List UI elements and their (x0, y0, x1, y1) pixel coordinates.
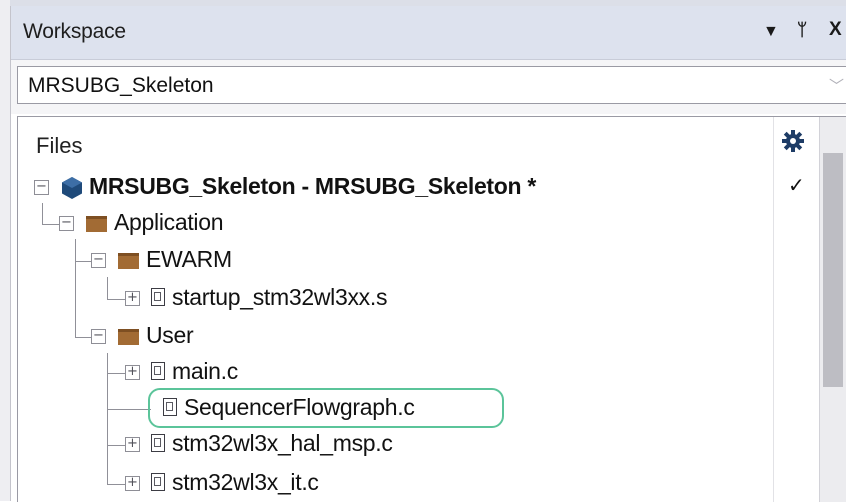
tree-node-folder[interactable]: − EWARM (91, 244, 471, 278)
collapse-icon[interactable]: − (91, 329, 106, 344)
expand-icon[interactable]: + (125, 437, 140, 452)
folder-icon (118, 329, 139, 345)
files-tree-panel: Files − MRSUBG_Skeleton - MRSUBG_Skeleto… (17, 116, 846, 502)
tree-node-label: SequencerFlowgraph.c (184, 394, 415, 420)
collapse-icon[interactable]: − (91, 253, 106, 268)
tree-line (42, 203, 43, 225)
c-file-icon (163, 398, 177, 416)
tree-node-label: stm32wl3x_hal_msp.c (172, 430, 393, 456)
expand-icon[interactable]: + (125, 291, 140, 306)
pin-icon[interactable]: ᛘ (797, 18, 807, 42)
asm-file-icon (151, 288, 165, 306)
scrollbar-thumb[interactable] (823, 153, 843, 387)
configuration-select[interactable]: MRSUBG_Skeleton ﹀ (17, 66, 846, 104)
workspace-title: Workspace (23, 20, 126, 43)
files-column-header: Files (36, 133, 83, 158)
window-left-edge (0, 0, 11, 501)
close-icon[interactable]: X (829, 18, 842, 42)
tree-node-label: User (146, 322, 194, 348)
tree-node-label: startup_stm32wl3xx.s (172, 284, 388, 310)
c-file-icon (151, 473, 165, 491)
collapse-icon[interactable]: − (34, 180, 49, 195)
tree-line (42, 224, 59, 225)
workspace-titlebar: Workspace ▼ ᛘ X (11, 6, 846, 60)
tree-line (107, 277, 108, 299)
tree-node-file[interactable]: + stm32wl3x_it.c (125, 467, 545, 501)
tree-line (107, 445, 125, 446)
expand-icon[interactable]: + (125, 476, 140, 491)
tree-node-file[interactable]: + stm32wl3x_hal_msp.c (125, 428, 545, 462)
chevron-down-icon[interactable]: ﹀ (829, 75, 844, 96)
configuration-select-value: MRSUBG_Skeleton (28, 74, 214, 97)
tree-node-label: Application (114, 209, 224, 235)
c-file-icon (151, 434, 165, 452)
tree-node-project[interactable]: − MRSUBG_Skeleton - MRSUBG_Skeleton * (34, 171, 774, 205)
tree-line (107, 299, 125, 300)
tree-line (107, 484, 125, 485)
tree-line (75, 337, 91, 338)
tree-node-label: EWARM (146, 246, 232, 272)
tree-node-file[interactable]: + startup_stm32wl3xx.s (125, 282, 525, 316)
tree-line (75, 239, 76, 338)
tree-line (107, 373, 125, 374)
c-file-icon (151, 362, 165, 380)
tree-node-label: stm32wl3x_it.c (172, 469, 319, 495)
tree-node-label: main.c (172, 358, 238, 384)
tree-node-folder[interactable]: − Application (59, 207, 479, 241)
collapse-icon[interactable]: − (59, 216, 74, 231)
folder-icon (118, 253, 139, 269)
tree-node-label: MRSUBG_Skeleton - MRSUBG_Skeleton * (89, 173, 537, 199)
expand-icon[interactable]: + (125, 365, 140, 380)
tree-node-folder[interactable]: − User (91, 320, 471, 354)
folder-icon (86, 216, 107, 232)
tree-node-file[interactable]: + main.c (125, 356, 525, 390)
window-dropdown-icon[interactable]: ▼ (763, 20, 779, 44)
project-cube-icon (62, 177, 82, 199)
gear-icon[interactable] (781, 129, 805, 153)
tree-line (75, 261, 91, 262)
checkmark-icon: ✓ (788, 173, 805, 197)
configuration-row: MRSUBG_Skeleton ﹀ (11, 60, 846, 114)
tree-node-file-selected[interactable]: SequencerFlowgraph.c (137, 392, 517, 426)
